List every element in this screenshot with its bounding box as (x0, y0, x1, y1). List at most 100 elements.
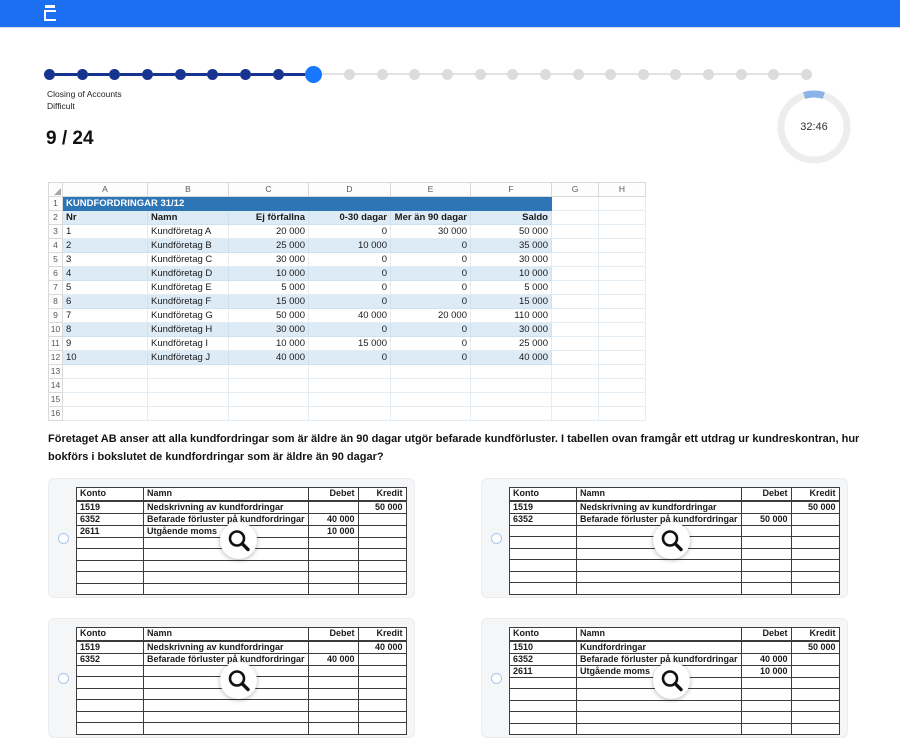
sheet-cell (552, 379, 599, 393)
answer-option-4[interactable]: KontoNamnDebetKredit1510Kundfordringar50… (481, 618, 848, 738)
sheet-cell (552, 351, 599, 365)
sheet-data-cell: Kundföretag F (148, 295, 229, 309)
journal-cell (510, 700, 577, 712)
magnifier-icon[interactable] (653, 662, 690, 699)
journal-header-row: KontoNamnDebetKredit (510, 488, 840, 501)
journal-cell (358, 549, 406, 561)
progress-segment (388, 73, 410, 76)
journal-row (77, 723, 407, 735)
progress-segment (251, 73, 273, 76)
journal-cell (791, 537, 839, 549)
brand-logo-icon[interactable] (43, 5, 57, 21)
progress-segment (584, 73, 606, 76)
journal-cell (791, 513, 839, 525)
sheet-cell (599, 281, 646, 295)
sheet-data-cell: 50 000 (471, 225, 552, 239)
sheet-cell (599, 295, 646, 309)
sheet-row-number: 9 (49, 309, 63, 323)
sheet-cell (599, 253, 646, 267)
answer-option-2[interactable]: KontoNamnDebetKredit1519Nedskrivning av … (481, 478, 848, 598)
progress-dot (507, 69, 518, 80)
journal-header-cell: Debet (741, 628, 791, 641)
journal-header-cell: Konto (77, 488, 144, 501)
options-grid: KontoNamnDebetKredit1519Nedskrivning av … (48, 478, 848, 738)
sheet-cell (471, 379, 552, 393)
option-radio-2[interactable] (491, 533, 502, 544)
journal-cell (791, 677, 839, 689)
sheet-data-cell: 0 (309, 323, 391, 337)
journal-cell (741, 525, 791, 537)
journal-cell (308, 537, 358, 549)
journal-cell: 40 000 (358, 641, 406, 654)
journal-cell: 1519 (77, 641, 144, 654)
journal-header-row: KontoNamnDebetKredit (510, 628, 840, 641)
journal-cell (308, 665, 358, 677)
sheet-cell (63, 393, 148, 407)
sheet-data-cell: Kundföretag C (148, 253, 229, 267)
progress-segment (714, 73, 736, 76)
sheet-data-cell: 1 (63, 225, 148, 239)
answer-option-3[interactable]: KontoNamnDebetKredit1519Nedskrivning av … (48, 618, 415, 738)
corner-triangle-icon (54, 188, 61, 195)
sheet-cell (599, 393, 646, 407)
sheet-cell (552, 225, 599, 239)
sheet-data-cell: 9 (63, 337, 148, 351)
journal-cell: Befarade förluster på kundfordringar (144, 513, 309, 525)
sheet-data-cell: 3 (63, 253, 148, 267)
sheet-cell (391, 393, 471, 407)
sheet-cell (552, 239, 599, 253)
sheet-header-cell: Saldo (471, 211, 552, 225)
journal-cell (741, 537, 791, 549)
question-text: Företaget AB anser att alla kundfordring… (48, 430, 876, 466)
journal-cell (77, 572, 144, 584)
journal-cell: 2611 (77, 525, 144, 537)
magnifier-icon[interactable] (220, 662, 257, 699)
journal-header-cell: Konto (510, 628, 577, 641)
journal-cell (741, 641, 791, 654)
option-radio-1[interactable] (58, 533, 69, 544)
sheet-cell (148, 393, 229, 407)
sheet-row-number: 6 (49, 267, 63, 281)
sheet-cell (309, 407, 391, 421)
progress-segment (153, 73, 175, 76)
sheet-cell (599, 365, 646, 379)
sheet-row: 86Kundföretag F15 0000015 000 (49, 295, 646, 309)
timer-value: 32:46 (774, 87, 854, 167)
journal-cell (358, 677, 406, 689)
sheet-cell (229, 393, 309, 407)
sheet-data-cell: 7 (63, 309, 148, 323)
sheet-cell (309, 365, 391, 379)
journal-cell (358, 572, 406, 584)
option-radio-3[interactable] (58, 673, 69, 684)
sheet-row-number: 5 (49, 253, 63, 267)
sheet-column-letter: A (63, 183, 148, 197)
sheet-data-cell: 0 (309, 253, 391, 267)
journal-cell (510, 560, 577, 572)
journal-cell (358, 653, 406, 665)
progress-segment (616, 73, 638, 76)
progress-dot (703, 69, 714, 80)
journal-cell (510, 583, 577, 595)
sheet-row-number: 14 (49, 379, 63, 393)
magnifier-icon[interactable] (653, 522, 690, 559)
progress-dot (77, 69, 88, 80)
answer-option-1[interactable]: KontoNamnDebetKredit1519Nedskrivning av … (48, 478, 415, 598)
progress-dot (475, 69, 486, 80)
top-bar (0, 0, 900, 28)
journal-cell (510, 677, 577, 689)
journal-cell (791, 560, 839, 572)
journal-cell (144, 583, 309, 595)
journal-cell (741, 712, 791, 724)
magnifier-icon[interactable] (220, 522, 257, 559)
journal-cell (791, 700, 839, 712)
option-radio-4[interactable] (491, 673, 502, 684)
journal-cell (308, 711, 358, 723)
journal-cell: Befarade förluster på kundfordringar (577, 513, 742, 525)
sheet-header-cell: Ej förfallna (229, 211, 309, 225)
progress-segment (551, 73, 573, 76)
sheet-row: 108Kundföretag H30 0000030 000 (49, 323, 646, 337)
journal-cell: 10 000 (741, 665, 791, 677)
sheet-header-cell: Nr (63, 211, 148, 225)
journal-cell (77, 700, 144, 712)
sheet-cell (391, 379, 471, 393)
